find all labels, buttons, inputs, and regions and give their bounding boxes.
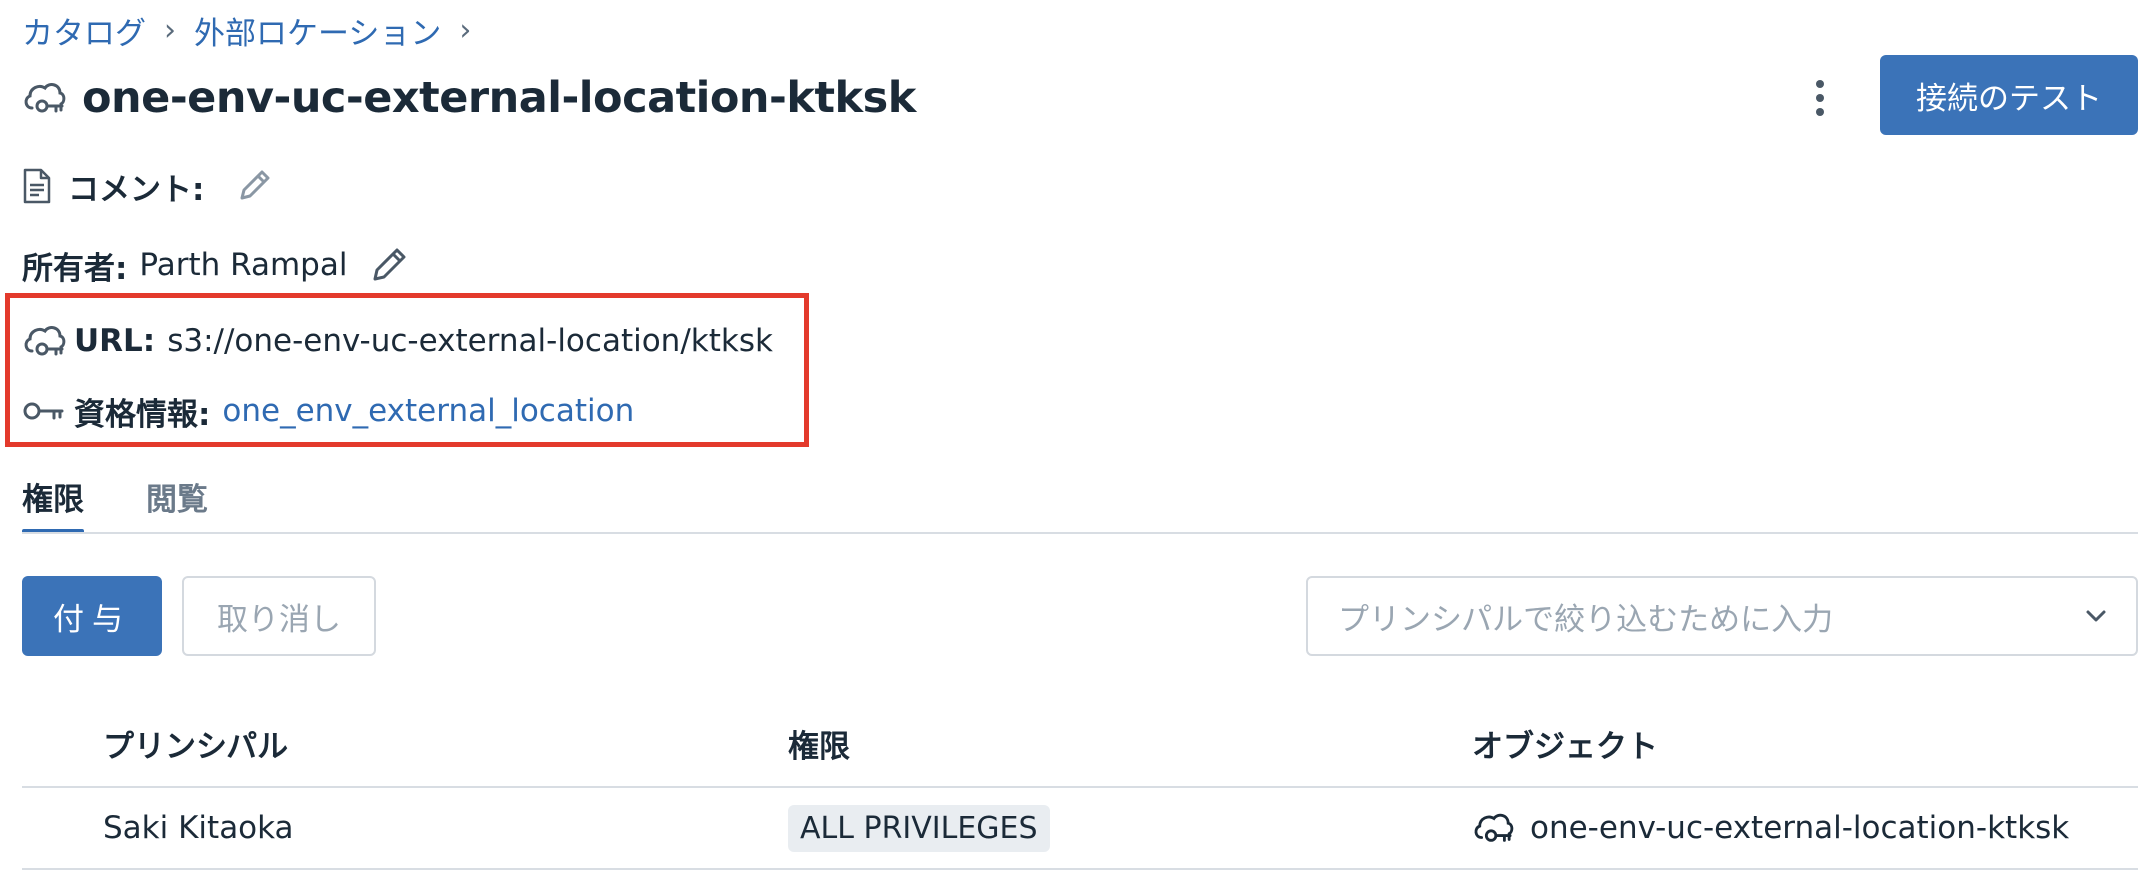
credential-link[interactable]: one_env_external_location <box>222 393 634 429</box>
owner-row: 所有者: Parth Rampal <box>22 240 409 290</box>
pencil-icon[interactable] <box>234 166 274 206</box>
document-icon <box>23 168 51 204</box>
privilege-badge: ALL PRIVILEGES <box>788 804 1050 852</box>
filter-placeholder: プリンシパルで絞り込むために入力 <box>1338 601 1834 638</box>
breadcrumb-external-locations-link[interactable]: 外部ロケーション <box>194 8 441 53</box>
table-header-divider <box>22 786 2138 788</box>
kebab-menu-icon <box>1816 80 1824 88</box>
revoke-button[interactable]: 取り消し <box>182 576 376 656</box>
page-header: one-env-uc-external-location-ktksk <box>22 68 916 128</box>
cloud-key-icon <box>24 83 66 113</box>
key-icon <box>23 402 64 420</box>
table-cell-privilege: ALL PRIVILEGES <box>788 800 1050 856</box>
test-connection-button[interactable]: 接続のテスト <box>1880 55 2138 135</box>
comment-label: コメント: <box>68 171 205 208</box>
tab-permissions[interactable]: 権限 <box>22 470 84 534</box>
tab-bar: 権限 閲覧 <box>22 470 270 534</box>
kebab-menu-icon <box>1816 94 1824 102</box>
cloud-key-icon <box>1474 813 1514 842</box>
breadcrumb-separator: › <box>164 12 176 48</box>
column-header-object[interactable]: オブジェクト <box>1472 718 1658 768</box>
table-row-divider <box>22 868 2138 870</box>
page-title: one-env-uc-external-location-ktksk <box>82 73 916 123</box>
credential-row: 資格情報: one_env_external_location <box>22 386 634 436</box>
breadcrumb-separator: › <box>459 12 472 48</box>
owner-label: 所有者: <box>22 250 128 287</box>
credential-label: 資格情報: <box>74 396 211 433</box>
grant-button[interactable]: 付与 <box>22 576 162 656</box>
tab-browse[interactable]: 閲覧 <box>146 470 208 534</box>
kebab-menu-icon <box>1816 108 1824 116</box>
chevron-down-icon <box>2086 610 2106 622</box>
owner-value: Parth Rampal <box>139 247 348 283</box>
cloud-key-icon <box>24 326 66 356</box>
more-options-button[interactable] <box>1800 72 1840 124</box>
tab-divider <box>22 532 2138 534</box>
url-label: URL: <box>74 323 156 359</box>
url-value: s3://one-env-uc-external-location/ktksk <box>167 323 773 359</box>
column-header-privilege[interactable]: 権限 <box>788 718 850 768</box>
url-row: URL: s3://one-env-uc-external-location/k… <box>22 316 773 366</box>
column-header-principal[interactable]: プリンシパル <box>103 718 288 768</box>
breadcrumb: カタログ › 外部ロケーション › <box>22 6 489 54</box>
principal-filter-select[interactable]: プリンシパルで絞り込むために入力 <box>1306 576 2138 656</box>
breadcrumb-catalog-link[interactable]: カタログ <box>22 8 146 53</box>
table-cell-principal: Saki Kitaoka <box>103 810 294 846</box>
table-cell-object: one-env-uc-external-location-ktksk <box>1472 800 2069 856</box>
object-name: one-env-uc-external-location-ktksk <box>1530 810 2070 846</box>
pencil-icon[interactable] <box>369 245 409 285</box>
comment-row: コメント: <box>22 158 274 214</box>
